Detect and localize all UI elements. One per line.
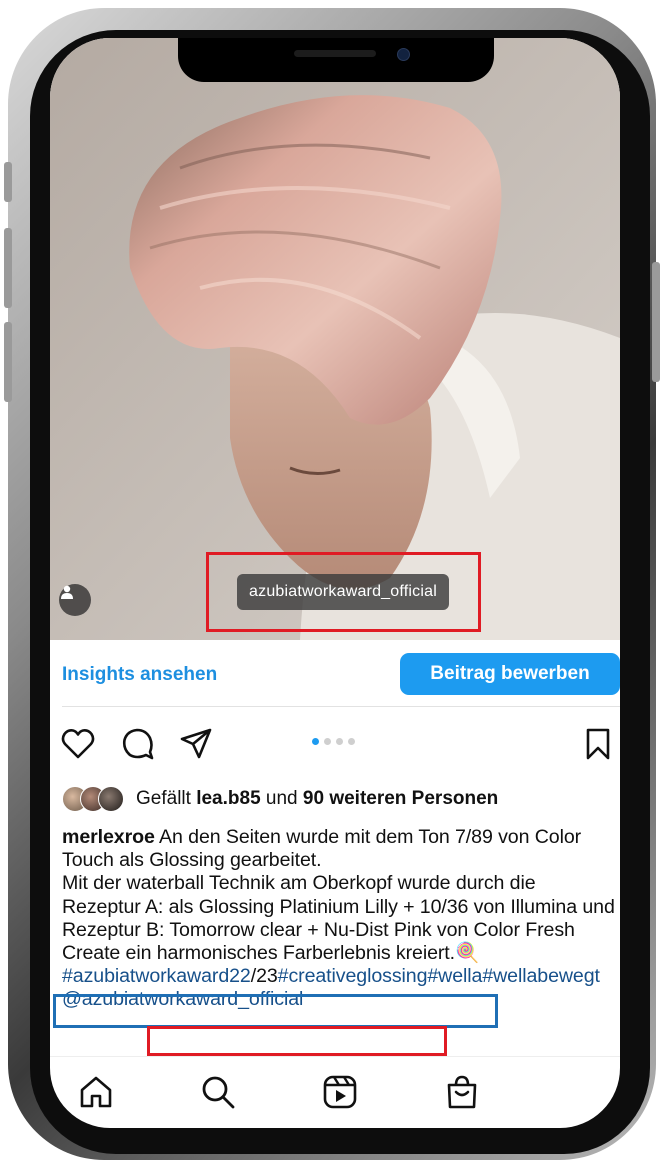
- bookmark-icon: [586, 728, 610, 760]
- annotation-blue-box-hashtags: [53, 994, 498, 1028]
- reels-icon: [323, 1075, 357, 1109]
- insights-link[interactable]: Insights ansehen: [62, 664, 217, 686]
- notch: [178, 38, 494, 82]
- like-button[interactable]: [58, 724, 98, 764]
- carousel-dot-3: [336, 738, 343, 745]
- likes-connector: und: [265, 788, 298, 809]
- carousel-dot-2: [324, 738, 331, 745]
- home-icon: [80, 1076, 112, 1108]
- tab-search[interactable]: [196, 1070, 240, 1114]
- avatar: [98, 786, 124, 812]
- caption-author[interactable]: merlexroe: [62, 826, 155, 848]
- paper-plane-icon: [180, 728, 212, 759]
- hashtag-wellabewegt[interactable]: #wellabewegt: [482, 965, 600, 987]
- save-button[interactable]: [578, 724, 618, 764]
- person-icon: [61, 585, 73, 599]
- side-button-mute: [4, 162, 12, 202]
- caption-line2: Mit der waterball Technik am Oberkopf wu…: [62, 872, 615, 965]
- shop-icon: [447, 1075, 477, 1109]
- likes-row[interactable]: Gefällt lea.b85 und 90 weiteren Personen: [62, 786, 498, 812]
- comment-icon: [122, 728, 154, 760]
- likes-others[interactable]: 90 weiteren Personen: [303, 788, 498, 810]
- phone-screen: azubiatworkaward_official Insights anseh…: [50, 38, 620, 1128]
- carousel-indicator: [312, 738, 355, 745]
- speaker-grille: [294, 50, 376, 57]
- annotation-red-box-mention: [147, 1026, 447, 1056]
- hashtag-separator: /23: [250, 965, 278, 988]
- bottom-tab-bar: [50, 1058, 620, 1128]
- post-image[interactable]: azubiatworkaward_official: [50, 38, 620, 640]
- tab-reels[interactable]: [318, 1070, 362, 1114]
- comment-button[interactable]: [118, 724, 158, 764]
- hashtag-azubiatworkaward22[interactable]: #azubiatworkaward22: [62, 965, 251, 987]
- likes-user[interactable]: lea.b85: [196, 788, 260, 810]
- share-button[interactable]: [176, 724, 216, 764]
- likes-prefix: Gefällt: [136, 788, 191, 809]
- front-camera: [397, 48, 410, 61]
- user-tag-icon[interactable]: [59, 584, 91, 616]
- post-photo-illustration: [50, 38, 620, 640]
- annotation-red-box-tag: [206, 552, 481, 632]
- hashtag-wella[interactable]: #wella: [427, 965, 482, 987]
- promote-post-button[interactable]: Beitrag bewerben: [400, 653, 620, 695]
- carousel-dot-4: [348, 738, 355, 745]
- post-caption: merlexroe An den Seiten wurde mit dem To…: [62, 826, 618, 1012]
- insights-row: Insights ansehen Beitrag bewerben: [50, 650, 620, 700]
- carousel-dot-1: [312, 738, 319, 745]
- side-button-volume-down: [4, 322, 12, 402]
- search-icon: [202, 1076, 235, 1109]
- tab-shop[interactable]: [440, 1070, 484, 1114]
- tabbar-separator: [50, 1056, 620, 1057]
- divider: [62, 706, 620, 707]
- hashtag-creativeglossing[interactable]: #creativeglossing: [278, 965, 428, 987]
- heart-icon: [61, 729, 95, 759]
- lollipop-emoji: 🍭: [455, 942, 480, 965]
- tab-home[interactable]: [74, 1070, 118, 1114]
- side-button-volume-up: [4, 228, 12, 308]
- side-button-power: [652, 262, 660, 382]
- liker-avatars: [62, 786, 126, 812]
